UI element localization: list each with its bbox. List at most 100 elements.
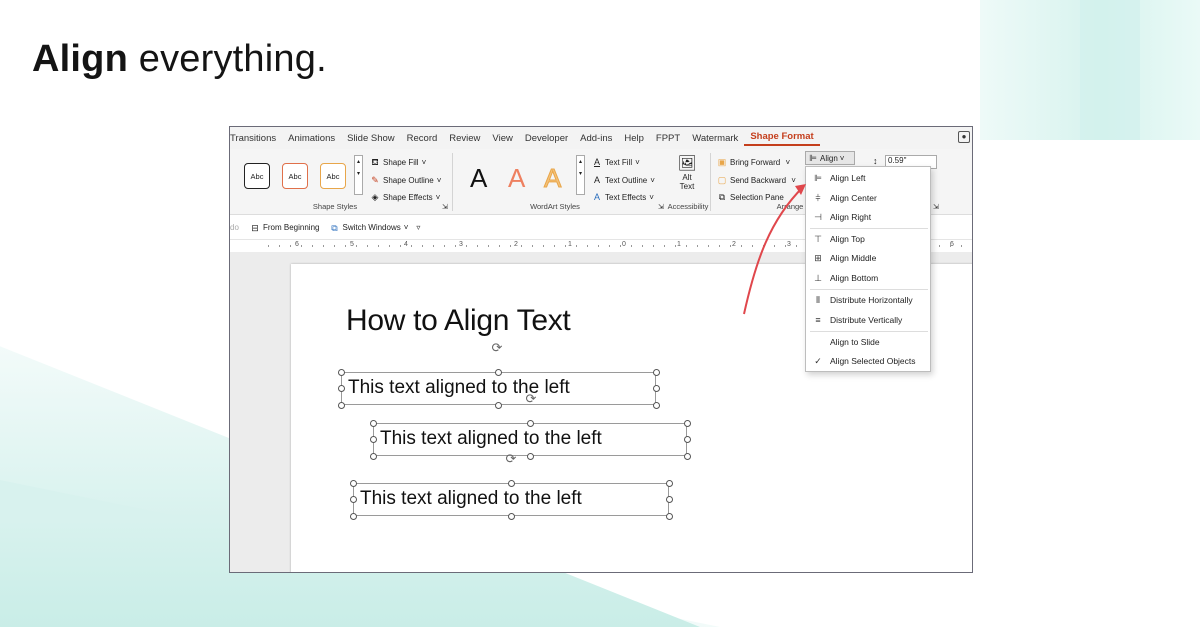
shape-style-gold[interactable]: Abc xyxy=(320,163,346,189)
resize-handle[interactable] xyxy=(495,401,502,409)
wordart-gold[interactable]: A xyxy=(543,163,561,194)
ruler-tick xyxy=(433,245,434,247)
text-fill-button[interactable]: A Text Fill ˅ xyxy=(592,157,640,167)
align-center-icon: ⫩ xyxy=(815,192,821,203)
ruler-number: 2 xyxy=(732,241,736,248)
effects-icon: ◈ xyxy=(371,192,379,202)
ruler-tick xyxy=(378,245,379,247)
resize-handle[interactable] xyxy=(507,512,515,520)
tab-slide-show[interactable]: Slide Show xyxy=(341,133,401,144)
selection-pane-button[interactable]: ⧉ Selection Pane xyxy=(717,192,784,202)
tab-fppt[interactable]: FPPT xyxy=(650,133,686,144)
menu-item-align-top[interactable]: ⊤ Align Top xyxy=(806,230,930,248)
ruler-number: 6 xyxy=(295,241,299,248)
ruler-tick xyxy=(961,245,962,247)
menu-item-distribute-vertically[interactable]: ≡ Distribute Vertically xyxy=(806,311,930,329)
bring-forward-button[interactable]: ▣ Bring Forward ˅ xyxy=(717,157,790,167)
wordart-orange[interactable]: A xyxy=(508,163,525,194)
align-top-icon: ⊤ xyxy=(814,233,822,244)
shape-outline-button[interactable]: ✎ Shape Outline ˅ xyxy=(370,175,441,185)
menu-item-distribute-horizontally[interactable]: ⫴ Distribute Horizontally xyxy=(806,291,930,309)
menu-item-align-selected-objects[interactable]: ✓ Align Selected Objects xyxy=(806,352,930,370)
dialog-launcher-icon[interactable]: ⇲ xyxy=(933,203,939,211)
accessibility-group-label: Accessibility xyxy=(667,202,709,211)
tab-watermark[interactable]: Watermark xyxy=(686,133,744,144)
resize-handle[interactable] xyxy=(495,368,502,376)
text-box-1[interactable]: This text aligned to the left xyxy=(341,372,656,405)
resize-handle[interactable] xyxy=(652,401,660,409)
arrange-group-label: Arrange xyxy=(776,202,804,211)
dialog-launcher-icon[interactable]: ⇲ xyxy=(658,203,664,211)
menu-item-align-left[interactable]: ⊫ Align Left xyxy=(806,169,930,187)
tab-add-ins[interactable]: Add-ins xyxy=(574,133,618,144)
ribbon-tabs: Transitions Animations Slide Show Record… xyxy=(230,127,972,149)
resize-handle[interactable] xyxy=(369,419,377,427)
text-outline-button[interactable]: A Text Outline ˅ xyxy=(592,175,655,185)
ruler-tick xyxy=(411,245,412,247)
text-box-content[interactable]: This text aligned to the left xyxy=(360,488,582,510)
text-box-3[interactable]: This text aligned to the left xyxy=(353,483,669,516)
menu-item-label: Align Left xyxy=(830,173,866,183)
text-effects-button[interactable]: A Text Effects ˅ xyxy=(592,192,654,202)
record-icon[interactable]: ● xyxy=(958,131,970,143)
resize-handle[interactable] xyxy=(665,512,673,520)
shape-style-orange[interactable]: Abc xyxy=(282,163,308,189)
ruler-tick xyxy=(620,245,621,247)
align-button[interactable]: ⊫ Align ˅ xyxy=(805,151,855,165)
tab-animations[interactable]: Animations xyxy=(282,133,341,144)
menu-item-align-to-slide[interactable]: Align to Slide xyxy=(806,333,930,351)
ruler-tick xyxy=(719,245,720,247)
text-box-content[interactable]: This text aligned to the left xyxy=(380,428,602,450)
dialog-launcher-icon[interactable]: ⇲ xyxy=(442,203,448,211)
tab-developer[interactable]: Developer xyxy=(519,133,574,144)
wordart-gallery-scroll[interactable]: ▴ ▾ xyxy=(576,155,585,195)
rotate-handle-icon[interactable]: ⟳ xyxy=(504,452,518,466)
resize-handle[interactable] xyxy=(683,419,691,427)
switch-windows-button[interactable]: ⧉ Switch Windows ˅ xyxy=(329,223,408,233)
resize-handle[interactable] xyxy=(652,368,660,376)
menu-item-align-bottom[interactable]: ⊥ Align Bottom xyxy=(806,269,930,287)
resize-handle[interactable] xyxy=(349,512,357,520)
tab-record[interactable]: Record xyxy=(401,133,444,144)
resize-handle[interactable] xyxy=(349,496,357,503)
wordart-black[interactable]: A xyxy=(470,163,487,194)
title-rotate-handle[interactable]: ⟳ xyxy=(490,341,504,355)
text-box-2[interactable]: This text aligned to the left xyxy=(373,423,687,456)
tab-transitions[interactable]: Transitions xyxy=(230,133,282,144)
resize-handle[interactable] xyxy=(337,368,345,376)
tab-shape-format[interactable]: Shape Format xyxy=(744,131,820,146)
ruler-number: 3 xyxy=(459,241,463,248)
menu-item-label: Align Top xyxy=(830,234,865,244)
tab-review[interactable]: Review xyxy=(443,133,486,144)
alt-text-button[interactable]: 🖼 Alt Text xyxy=(674,155,700,191)
resize-handle[interactable] xyxy=(665,496,673,503)
resize-handle[interactable] xyxy=(507,479,515,487)
shape-style-black[interactable]: Abc xyxy=(244,163,270,189)
tab-view[interactable]: View xyxy=(486,133,518,144)
resize-handle[interactable] xyxy=(526,452,534,460)
slide-title[interactable]: How to Align Text xyxy=(346,304,571,338)
customize-toolbar-icon[interactable]: ▿ xyxy=(416,223,420,232)
resize-handle[interactable] xyxy=(683,452,691,460)
resize-handle[interactable] xyxy=(349,479,357,487)
resize-handle[interactable] xyxy=(369,436,377,443)
menu-item-align-middle[interactable]: ⊞ Align Middle xyxy=(806,249,930,267)
tab-help[interactable]: Help xyxy=(618,133,650,144)
shape-styles-gallery-scroll[interactable]: ▴ ▾ xyxy=(354,155,363,195)
shape-fill-button[interactable]: ⛾ Shape Fill ˅ xyxy=(370,157,426,167)
resize-handle[interactable] xyxy=(369,452,377,460)
shape-outline-label: Shape Outline xyxy=(383,175,434,185)
resize-handle[interactable] xyxy=(526,419,534,427)
rotate-handle-icon[interactable]: ⟳ xyxy=(524,392,538,406)
shape-effects-button[interactable]: ◈ Shape Effects ˅ xyxy=(370,192,441,202)
menu-item-align-center[interactable]: ⫩ Align Center xyxy=(806,189,930,207)
resize-handle[interactable] xyxy=(683,436,691,443)
send-backward-button[interactable]: ▢ Send Backward ˅ xyxy=(717,175,796,185)
resize-handle[interactable] xyxy=(337,385,345,392)
from-beginning-button[interactable]: ⊟ From Beginning xyxy=(250,223,319,233)
resize-handle[interactable] xyxy=(337,401,345,409)
menu-item-align-right[interactable]: ⊣ Align Right xyxy=(806,208,930,226)
ruler-tick xyxy=(279,245,280,247)
resize-handle[interactable] xyxy=(665,479,673,487)
resize-handle[interactable] xyxy=(652,385,660,392)
